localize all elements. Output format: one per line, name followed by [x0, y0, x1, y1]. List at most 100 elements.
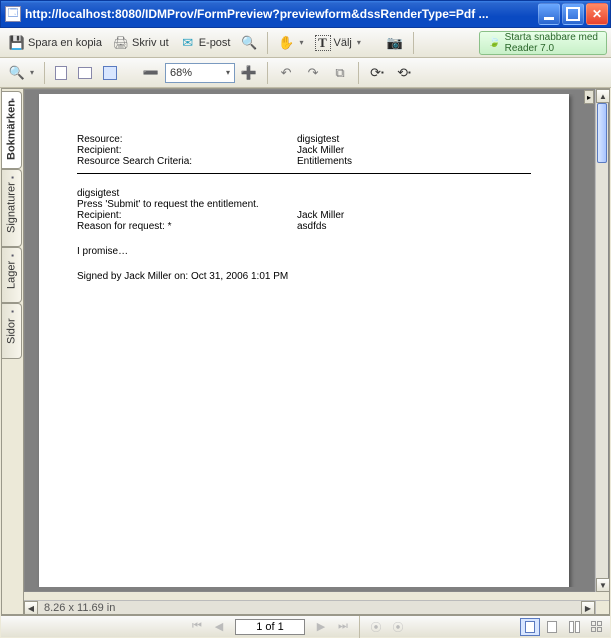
tab-pages-label: Sidor [6, 318, 18, 344]
reader-promo[interactable]: 🍃 Starta snabbare med Reader 7.0 [479, 31, 607, 55]
redo-icon: ↷ [305, 65, 321, 81]
redo-button[interactable]: ↷ [300, 61, 326, 85]
criteria-label: Resource Search Criteria: [77, 156, 297, 167]
pin-icon [10, 95, 18, 103]
floppy-icon: 💾 [9, 35, 25, 51]
camera-icon: 📷 [387, 35, 403, 51]
tab-signatures[interactable]: Signaturer [2, 169, 22, 247]
rotate-cw-button[interactable]: ⟳▪ [364, 61, 390, 85]
continuous-icon [547, 621, 557, 633]
form-title: digsigtest [77, 188, 531, 199]
scroll-left-button[interactable]: ◀ [24, 601, 38, 615]
rotate-cw-icon: ⟳▪ [369, 65, 385, 81]
forward-view-button[interactable]: ⦿ [388, 618, 408, 636]
email-button[interactable]: ✉ E-post [175, 31, 236, 55]
zoom-in-button[interactable]: ➕ [236, 61, 262, 85]
tab-pages[interactable]: Sidor [2, 303, 22, 359]
separator [413, 32, 414, 54]
separator [267, 32, 268, 54]
page-blank-icon [55, 66, 67, 80]
copy-button[interactable]: ⧉ [327, 61, 353, 85]
fit-width-button[interactable] [73, 61, 97, 85]
reason-value: asdfds [297, 221, 326, 232]
save-copy-label: Spara en kopia [28, 37, 102, 49]
back-view-button[interactable]: ⦿ [366, 618, 386, 636]
scroll-down-button[interactable]: ▼ [596, 578, 610, 592]
email-label: E-post [199, 37, 231, 49]
window-titlebar: 🗔 http://localhost:8080/IDMProv/FormPrev… [0, 0, 611, 28]
reason-label: Reason for request: * [77, 221, 297, 232]
prev-page-button[interactable]: ◀ [209, 618, 229, 636]
page-container: Resource: digsigtest Recipient: Jack Mil… [29, 94, 590, 587]
status-bar: ⏮ ◀ 1 of 1 ▶ ⏭ ⦿ ⦿ [1, 615, 610, 637]
scroll-corner [595, 600, 609, 614]
criteria-value: Entitlements [297, 156, 352, 167]
search-button[interactable]: 🔍 [236, 31, 262, 55]
maximize-button[interactable] [562, 3, 584, 25]
facing-view-button[interactable] [564, 618, 584, 636]
close-button[interactable] [586, 3, 608, 25]
select-tool-button[interactable]: T Välj ▾ [310, 31, 366, 55]
print-button[interactable]: 🖨 Skriv ut [108, 31, 174, 55]
undo-icon: ↶ [278, 65, 294, 81]
vertical-scrollbar[interactable]: ▲ ▼ [595, 89, 609, 592]
recipient-label: Recipient: [77, 145, 297, 156]
select-tool-label: Välj [334, 37, 352, 49]
text-select-icon: T [315, 35, 331, 51]
zoom-out-button[interactable]: ➖ [138, 61, 164, 85]
undo-button[interactable]: ↶ [273, 61, 299, 85]
facing-icon [569, 621, 580, 633]
continuous-view-button[interactable] [542, 618, 562, 636]
tab-layers[interactable]: Lager [2, 247, 22, 303]
continuous-facing-icon [591, 621, 602, 632]
single-page-view-button[interactable] [520, 618, 540, 636]
fit-page-button[interactable] [98, 61, 122, 85]
scroll-track[interactable] [596, 103, 608, 578]
tab-signatures-label: Signaturer [6, 183, 18, 234]
resource-value: digsigtest [297, 134, 339, 145]
tab-bookmarks[interactable]: Bokmärken [2, 91, 22, 169]
print-label: Skriv ut [132, 37, 169, 49]
scroll-right-button[interactable]: ▶ [581, 601, 595, 615]
separator [267, 62, 268, 84]
pin-icon [10, 173, 18, 181]
copy-icon: ⧉ [332, 65, 348, 81]
zoom-in-marquee-button[interactable]: 🔍 ▾ [4, 61, 39, 85]
first-page-button[interactable]: ⏮ [187, 618, 207, 636]
chevron-down-icon: ▾ [226, 68, 230, 77]
next-page-button[interactable]: ▶ [311, 618, 331, 636]
header-row-criteria: Resource Search Criteria: Entitlements [77, 156, 531, 167]
horizontal-scrollbar[interactable]: ◀ 8.26 x 11.69 in ▶ [24, 600, 595, 614]
separator [371, 32, 377, 54]
plus-icon: ➕ [241, 65, 257, 81]
zoom-marquee-icon: 🔍 [9, 65, 25, 81]
zoom-level-field[interactable]: 68% ▾ [165, 63, 235, 83]
last-page-button[interactable]: ⏭ [333, 618, 353, 636]
hand-icon: ✋ [278, 35, 294, 51]
snapshot-tool-button[interactable]: 📷 [382, 31, 408, 55]
continuous-facing-view-button[interactable] [586, 618, 606, 636]
scroll-up-button[interactable]: ▲ [596, 89, 610, 103]
rotate-ccw-button[interactable]: ⟲▪ [391, 61, 417, 85]
header-row-recipient: Recipient: Jack Miller [77, 145, 531, 156]
body-recipient-label: Recipient: [77, 210, 297, 221]
document-viewport[interactable]: ▸ Resource: digsigtest Recipient: Jack M… [24, 89, 595, 592]
app-icon: 🗔 [5, 6, 21, 22]
side-tab-strip: Bokmärken Signaturer Lager Sidor [2, 89, 24, 614]
save-copy-button[interactable]: 💾 Spara en kopia [4, 31, 107, 55]
signed-text: Signed by Jack Miller on: Oct 31, 2006 1… [77, 271, 531, 282]
zoom-level-value: 68% [170, 67, 192, 79]
binoculars-icon: 🔍 [241, 35, 257, 51]
minus-icon: ➖ [143, 65, 159, 81]
single-page-button[interactable] [50, 61, 72, 85]
scroll-thumb[interactable] [597, 103, 607, 163]
page-indicator-field[interactable]: 1 of 1 [235, 619, 305, 635]
tab-bookmarks-label: Bokmärken [6, 100, 18, 160]
hand-tool-button[interactable]: ✋ ▾ [273, 31, 308, 55]
hscroll-track[interactable] [38, 601, 581, 614]
separator [44, 62, 45, 84]
body-recipient-value: Jack Miller [297, 210, 344, 221]
toolbar-secondary: 🔍 ▾ ➖ 68% ▾ ➕ ↶ ↷ ⧉ ⟳▪ ⟲▪ [0, 58, 611, 88]
minimize-button[interactable] [538, 3, 560, 25]
chevron-down-icon: ▾ [357, 38, 361, 47]
